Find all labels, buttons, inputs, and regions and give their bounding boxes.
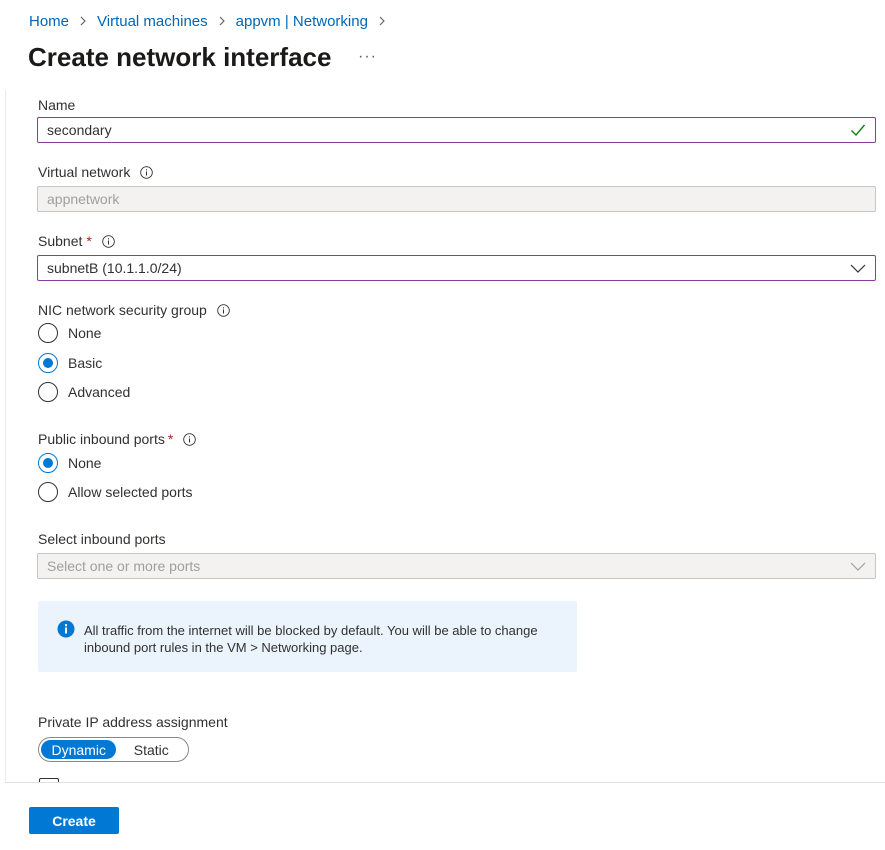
info-circle-icon[interactable] — [217, 303, 230, 317]
create-button[interactable]: Create — [29, 807, 119, 834]
required-marker: * — [86, 233, 92, 249]
select-inbound-ports-label: Select inbound ports — [38, 531, 166, 547]
virtual-network-input: appnetwork — [37, 186, 876, 212]
subnet-dropdown[interactable]: subnetB (10.1.1.0/24) — [37, 255, 876, 281]
select-inbound-ports-dropdown: Select one or more ports — [37, 553, 876, 579]
private-ip-toggle[interactable]: Dynamic Static — [38, 737, 189, 762]
radio-button[interactable] — [38, 453, 58, 473]
nic-nsg-radio-none[interactable]: None — [38, 322, 101, 344]
info-message-bar: All traffic from the internet will be bl… — [38, 601, 577, 672]
nic-nsg-radio-basic[interactable]: Basic — [38, 352, 102, 374]
chevron-down-icon — [850, 263, 866, 273]
radio-button[interactable] — [38, 482, 58, 502]
virtual-network-value: appnetwork — [47, 191, 120, 207]
public-inbound-ports-label: Public inbound ports * — [38, 430, 197, 448]
checkmark-icon — [850, 123, 866, 137]
required-marker: * — [167, 431, 174, 447]
chevron-right-icon — [79, 16, 87, 26]
name-label: Name — [38, 97, 76, 113]
page-title: Create network interface — [28, 42, 332, 72]
name-input[interactable]: secondary — [37, 117, 876, 143]
more-actions-button[interactable]: ··· — [358, 49, 377, 65]
nic-nsg-radio-advanced[interactable]: Advanced — [38, 381, 130, 403]
info-filled-icon — [57, 620, 75, 638]
info-circle-icon[interactable] — [140, 165, 154, 179]
breadcrumb-virtual-machines[interactable]: Virtual machines — [97, 13, 208, 30]
nic-nsg-label: NIC network security group — [38, 301, 230, 319]
name-value: secondary — [47, 122, 112, 138]
chevron-down-icon — [850, 561, 866, 571]
radio-button[interactable] — [38, 323, 58, 343]
radio-button[interactable] — [38, 382, 58, 402]
virtual-network-label: Virtual network — [38, 163, 154, 181]
subnet-label: Subnet * — [38, 232, 115, 250]
breadcrumb-appvm-networking[interactable]: appvm | Networking — [236, 13, 368, 30]
private-ip-static-option[interactable]: Static — [116, 740, 186, 759]
info-message-text: All traffic from the internet will be bl… — [84, 623, 538, 655]
inbound-ports-radio-none[interactable]: None — [38, 452, 101, 474]
chevron-right-icon — [218, 16, 226, 26]
breadcrumb: Home Virtual machines appvm | Networking — [29, 11, 396, 31]
private-ip-label: Private IP address assignment — [38, 714, 228, 730]
breadcrumb-home[interactable]: Home — [29, 13, 69, 30]
info-circle-icon[interactable] — [183, 432, 197, 446]
subnet-value: subnetB (10.1.1.0/24) — [47, 260, 182, 276]
form-scroll-area[interactable]: Name secondary Virtual network appnetwor… — [0, 90, 885, 782]
inbound-ports-radio-allow-selected[interactable]: Allow selected ports — [38, 481, 193, 503]
private-ip-dynamic-option[interactable]: Dynamic — [41, 740, 117, 759]
select-inbound-ports-placeholder: Select one or more ports — [47, 558, 201, 574]
chevron-right-icon — [378, 16, 386, 26]
info-circle-icon[interactable] — [102, 234, 115, 248]
radio-button[interactable] — [38, 353, 58, 373]
footer-bar — [5, 782, 885, 850]
